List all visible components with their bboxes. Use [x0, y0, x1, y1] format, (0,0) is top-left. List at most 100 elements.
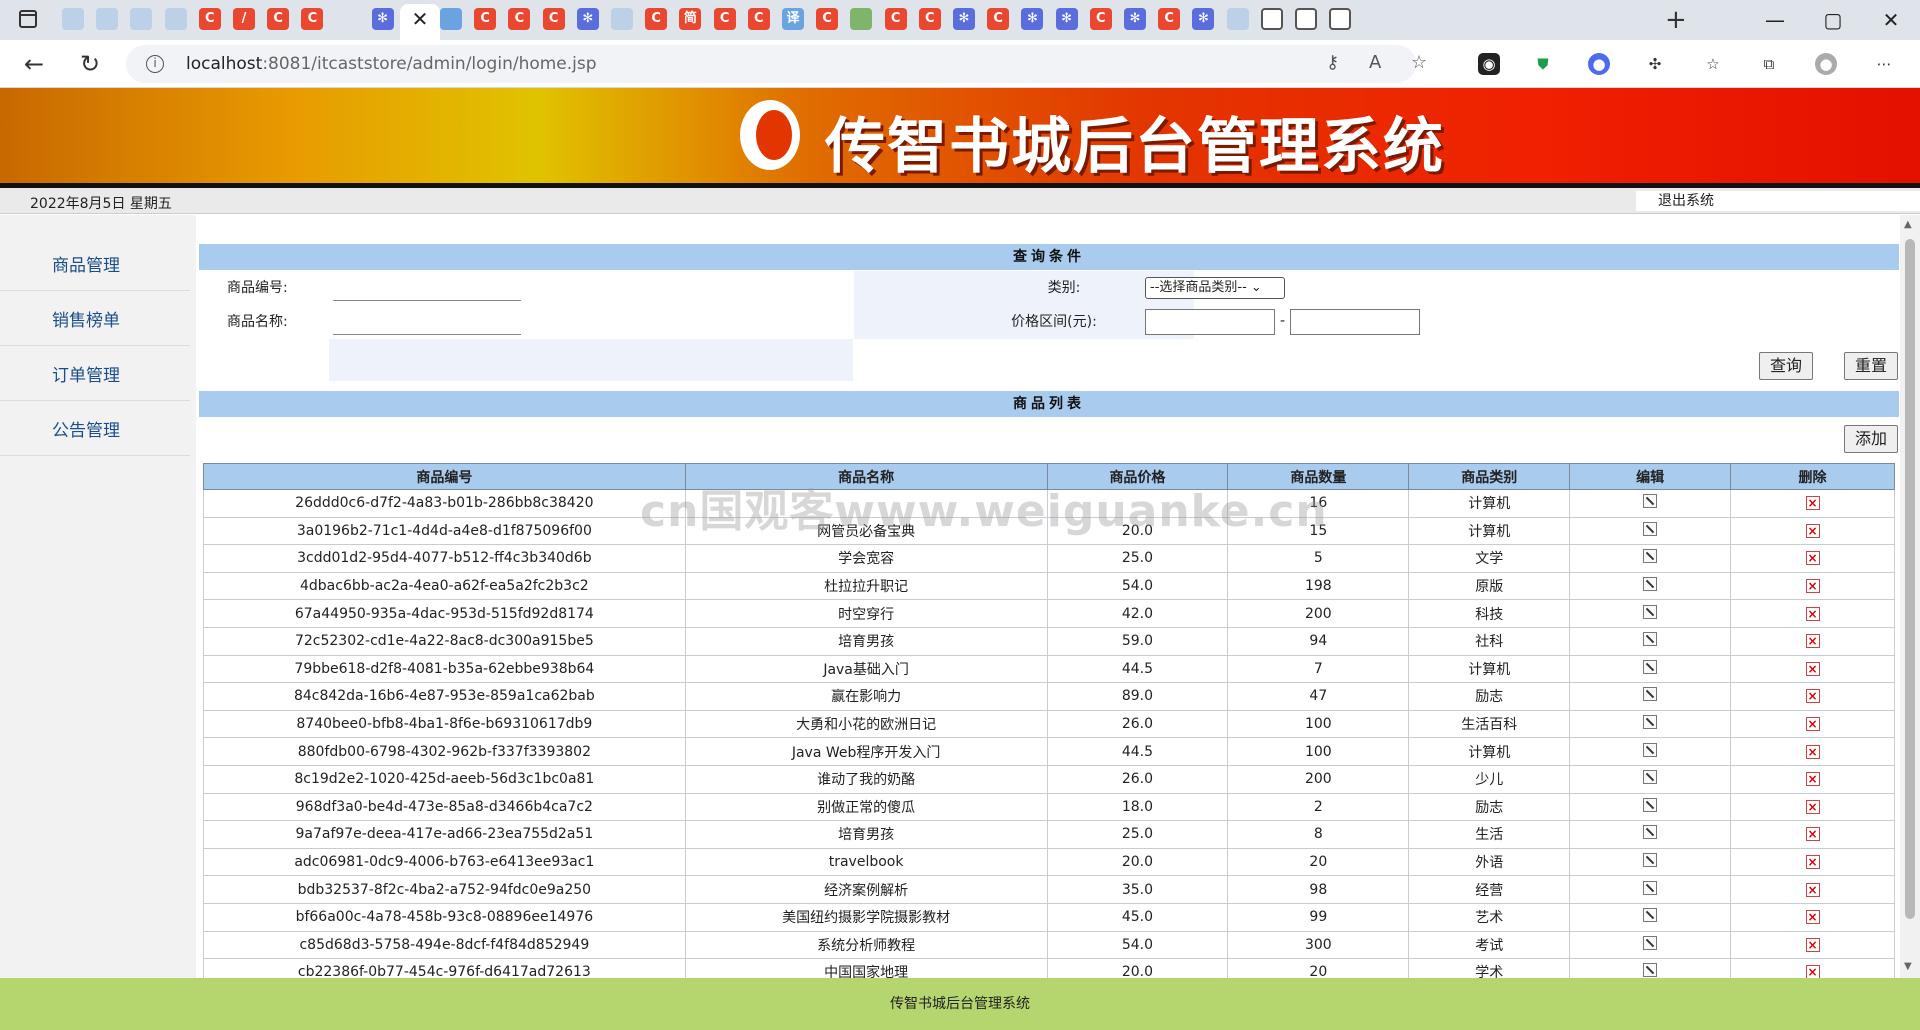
browser-tab-doc-icon[interactable] [1329, 8, 1352, 30]
profile-avatar-icon[interactable]: ● [1815, 53, 1837, 75]
browser-tab-paw-icon[interactable]: ✻ [953, 8, 975, 30]
browser-tab-c-icon[interactable]: C [198, 8, 221, 30]
browser-tab-cloud-icon[interactable] [62, 8, 84, 30]
browser-tab-c-icon[interactable]: C [816, 8, 839, 30]
collections-icon[interactable]: ⧉ [1758, 53, 1780, 75]
tab-actions-icon[interactable] [19, 10, 37, 28]
browser-tab-paw-icon[interactable]: ✻ [1021, 8, 1044, 30]
scroll-thumb[interactable] [1905, 239, 1915, 919]
search-button[interactable]: 查询 [1759, 352, 1813, 380]
edit-icon[interactable] [1643, 935, 1658, 950]
browser-tab-c-icon[interactable]: C [713, 8, 736, 30]
sidebar-item-product-management[interactable]: 商品管理 [0, 241, 190, 291]
browser-tab-c-icon[interactable]: C [987, 8, 1010, 30]
sidebar-item-order-management[interactable]: 订单管理 [0, 351, 190, 401]
new-tab-button[interactable]: + [1665, 6, 1687, 34]
browser-tab-c-icon[interactable]: C [747, 8, 770, 30]
delete-icon[interactable]: × [1805, 799, 1820, 814]
delete-icon[interactable]: × [1805, 606, 1820, 621]
delete-icon[interactable]: × [1805, 579, 1820, 594]
browser-tab-c-icon[interactable]: C [267, 8, 290, 30]
sidebar-item-sales-ranking[interactable]: 销售榜单 [0, 296, 190, 346]
page-scrollbar[interactable]: ▲ ▼ [1900, 215, 1920, 978]
browser-tab-paw-icon[interactable]: ✻ [371, 8, 394, 30]
edit-icon[interactable] [1643, 770, 1658, 785]
reset-button[interactable]: 重置 [1844, 352, 1898, 380]
delete-icon[interactable]: × [1805, 496, 1820, 511]
minimize-button[interactable]: — [1760, 6, 1790, 34]
delete-icon[interactable]: × [1805, 717, 1820, 732]
info-icon[interactable]: i [146, 55, 164, 73]
browser-tab-pen-icon[interactable]: / [233, 8, 255, 30]
key-icon[interactable]: ⚷ [1326, 52, 1339, 73]
browser-tab-c-icon[interactable]: C [1158, 8, 1181, 30]
browser-tab-c-icon[interactable]: C [301, 8, 324, 30]
edit-icon[interactable] [1643, 797, 1658, 812]
browser-tab-paw-icon[interactable]: ✻ [1192, 8, 1215, 30]
browser-tab-cloud-icon[interactable] [611, 8, 633, 30]
browser-tab-cloud-icon[interactable] [130, 8, 153, 30]
browser-tab-doc-icon[interactable] [1260, 8, 1283, 30]
edit-icon[interactable] [1643, 521, 1658, 536]
sidebar-item-notice-management[interactable]: 公告管理 [0, 406, 190, 456]
delete-icon[interactable]: × [1805, 744, 1820, 759]
delete-icon[interactable]: × [1805, 910, 1820, 925]
browser-tab-c-icon[interactable]: C [645, 8, 668, 30]
browser-tab-paw-icon[interactable]: ✻ [576, 8, 599, 30]
close-window-button[interactable]: ✕ [1876, 6, 1906, 34]
price-max-input[interactable] [1290, 309, 1420, 335]
edit-icon[interactable] [1643, 577, 1658, 592]
edit-icon[interactable] [1643, 880, 1658, 895]
delete-icon[interactable]: × [1805, 772, 1820, 787]
edit-icon[interactable] [1643, 604, 1658, 619]
puzzle-icon[interactable]: ✣ [1644, 53, 1666, 75]
back-arrow-icon[interactable]: ← [18, 48, 50, 80]
edit-icon[interactable] [1643, 742, 1658, 757]
close-tab-icon[interactable]: ✕ [409, 8, 431, 30]
edit-icon[interactable] [1643, 963, 1658, 978]
browser-tab-doc-icon[interactable] [1295, 8, 1317, 30]
browser-tab-c-icon[interactable]: C [508, 8, 531, 30]
browser-tab-c-icon[interactable]: C [918, 8, 941, 30]
extension-icon[interactable]: ◉ [1478, 53, 1500, 75]
delete-icon[interactable]: × [1805, 937, 1820, 952]
delete-icon[interactable]: × [1805, 965, 1820, 978]
edit-icon[interactable] [1643, 908, 1658, 923]
favorites-icon[interactable]: ☆ [1702, 53, 1724, 75]
browser-tab-jian-icon[interactable]: 简 [679, 8, 702, 30]
browser-tab-c-icon[interactable]: C [1089, 8, 1112, 30]
read-aloud-icon[interactable]: A [1369, 52, 1381, 73]
browser-tab-c-icon[interactable]: C [542, 8, 565, 30]
globe-icon[interactable]: ● [1588, 53, 1610, 75]
scroll-up-icon[interactable]: ▲ [1904, 219, 1912, 230]
delete-icon[interactable]: × [1805, 634, 1820, 649]
url-bar[interactable]: i localhost:8081/itcaststore/admin/login… [126, 45, 1427, 83]
browser-tab-yi-icon[interactable]: 译 [782, 8, 804, 30]
favorite-star-icon[interactable]: ☆ [1411, 52, 1427, 73]
edit-icon[interactable] [1643, 632, 1658, 647]
logout-link[interactable]: 退出系统 [1636, 191, 1920, 211]
scroll-down-icon[interactable]: ▼ [1904, 961, 1912, 972]
more-menu-icon[interactable]: ⋯ [1873, 53, 1895, 75]
price-min-input[interactable] [1145, 309, 1275, 335]
browser-tab-cloud-blue-icon[interactable] [440, 8, 462, 30]
browser-tab-paw-icon[interactable]: ✻ [1055, 8, 1078, 30]
product-name-input[interactable] [333, 313, 521, 335]
product-id-input[interactable] [333, 279, 521, 301]
browser-tab-cloud-icon[interactable] [1226, 8, 1249, 30]
edit-icon[interactable] [1643, 659, 1658, 674]
edit-icon[interactable] [1643, 715, 1658, 730]
browser-tab-cloud-icon[interactable] [164, 8, 187, 30]
delete-icon[interactable]: × [1805, 855, 1820, 870]
delete-icon[interactable]: × [1805, 551, 1820, 566]
edit-icon[interactable] [1643, 687, 1658, 702]
url-text[interactable]: localhost:8081/itcaststore/admin/login/h… [186, 54, 597, 74]
delete-icon[interactable]: × [1805, 827, 1820, 842]
edit-icon[interactable] [1643, 494, 1658, 509]
maximize-button[interactable]: ▢ [1818, 6, 1848, 34]
browser-tab-green-icon[interactable] [850, 8, 873, 30]
browser-tab-cloud-icon[interactable] [96, 8, 119, 30]
edit-icon[interactable] [1643, 825, 1658, 840]
reload-icon[interactable]: ↻ [74, 48, 106, 80]
delete-icon[interactable]: × [1805, 661, 1820, 676]
